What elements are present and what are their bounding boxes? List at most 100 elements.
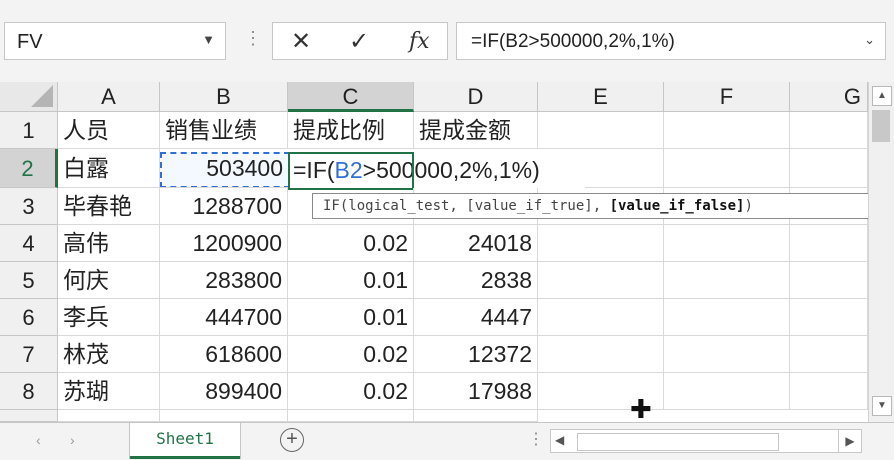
cell-f8[interactable] <box>664 373 790 410</box>
scroll-up-icon[interactable]: ▲ <box>872 86 892 106</box>
drag-handle-icon[interactable]: ⋮ <box>528 429 544 449</box>
cell-g5[interactable] <box>790 262 868 299</box>
chevron-right-icon[interactable]: › <box>70 432 75 448</box>
cell-a8[interactable]: 苏瑚 <box>58 373 160 410</box>
cell-d6[interactable]: 4447 <box>414 299 538 336</box>
cell-g1[interactable] <box>790 112 868 149</box>
cell-g8[interactable] <box>790 373 868 410</box>
cell-f6[interactable] <box>664 299 790 336</box>
cancel-icon[interactable]: ✕ <box>291 27 311 56</box>
cell-d8[interactable]: 17988 <box>414 373 538 410</box>
cell-e1[interactable] <box>538 112 664 149</box>
cell-b9[interactable] <box>160 410 288 422</box>
row-header-7[interactable]: 7 <box>0 336 58 373</box>
scroll-thumb[interactable] <box>577 433 779 451</box>
drag-handle-icon[interactable]: ⋮ <box>244 28 262 49</box>
cell-d5[interactable]: 2838 <box>414 262 538 299</box>
scroll-down-icon[interactable]: ▼ <box>872 396 892 416</box>
cell-a1[interactable]: 人员 <box>58 112 160 149</box>
cell-f5[interactable] <box>664 262 790 299</box>
cell-g6[interactable] <box>790 299 868 336</box>
select-all-button[interactable] <box>0 82 58 112</box>
row-header-5[interactable]: 5 <box>0 262 58 299</box>
chevron-left-icon[interactable]: ‹ <box>36 432 41 448</box>
cell-b8[interactable]: 899400 <box>160 373 288 410</box>
cell-a7[interactable]: 林茂 <box>58 336 160 373</box>
cell-a9[interactable] <box>58 410 160 422</box>
cell-g7[interactable] <box>790 336 868 373</box>
tooltip-close: ) <box>744 198 753 214</box>
row-header-8[interactable]: 8 <box>0 373 58 410</box>
enter-icon[interactable]: ✓ <box>349 27 369 56</box>
cell-c5[interactable]: 0.01 <box>288 262 414 299</box>
cell-b7[interactable]: 618600 <box>160 336 288 373</box>
row-header-1[interactable]: 1 <box>0 112 58 149</box>
cell-a3[interactable]: 毕春艳 <box>58 188 160 225</box>
cell-c2-editor[interactable]: =IF(B2>500000,2%,1%) <box>289 152 585 188</box>
scroll-right-icon[interactable]: ▶ <box>838 429 862 453</box>
chevron-down-icon[interactable]: ▼ <box>202 32 215 47</box>
name-box[interactable]: FV ▼ <box>4 22 226 60</box>
cell-a4[interactable]: 高伟 <box>58 225 160 262</box>
column-header-g[interactable]: G <box>790 82 868 112</box>
cell-a2[interactable]: 白露 <box>58 149 160 188</box>
column-header-d[interactable]: D <box>414 82 538 112</box>
cell-c9[interactable] <box>288 410 414 422</box>
cell-a6[interactable]: 李兵 <box>58 299 160 336</box>
cell-f7[interactable] <box>664 336 790 373</box>
column-header-b[interactable]: B <box>160 82 288 112</box>
tooltip-args: IF(logical_test, [value_if_true], <box>323 198 610 214</box>
cell-c6[interactable]: 0.01 <box>288 299 414 336</box>
cell-g4[interactable] <box>790 225 868 262</box>
cell-c8[interactable]: 0.02 <box>288 373 414 410</box>
cell-e7[interactable] <box>538 336 664 373</box>
formula-buttons: ✕ ✓ fx <box>272 22 448 60</box>
cell-b3[interactable]: 1288700 <box>160 188 288 225</box>
sheet-tab[interactable]: Sheet1 <box>130 423 240 459</box>
row-header-3[interactable]: 3 <box>0 188 58 225</box>
cell-c4[interactable]: 0.02 <box>288 225 414 262</box>
cell-g2[interactable] <box>790 149 868 188</box>
cell-e6[interactable] <box>538 299 664 336</box>
scroll-thumb[interactable] <box>872 110 890 142</box>
cell-f2[interactable] <box>664 149 790 188</box>
column-header-a[interactable]: A <box>58 82 160 112</box>
row-header-2[interactable]: 2 <box>0 149 58 188</box>
cell-c1[interactable]: 提成比例 <box>288 112 414 149</box>
edit-ref: B2 <box>334 157 363 183</box>
cell-f1[interactable] <box>664 112 790 149</box>
chevron-down-icon[interactable]: ⌄ <box>864 32 875 48</box>
cell-b2[interactable]: 503400 <box>160 149 288 188</box>
horizontal-scrollbar[interactable]: ◀ <box>550 429 860 453</box>
column-header-e[interactable]: E <box>538 82 664 112</box>
add-sheet-icon[interactable]: + <box>280 428 304 452</box>
name-box-value: FV <box>17 31 43 53</box>
row-header-6[interactable]: 6 <box>0 299 58 336</box>
row-header-4[interactable]: 4 <box>0 225 58 262</box>
cell-f4[interactable] <box>664 225 790 262</box>
cell-b1[interactable]: 销售业绩 <box>160 112 288 149</box>
cell-b5[interactable]: 283800 <box>160 262 288 299</box>
formula-text: =IF(B2>500000,2%,1%) <box>471 31 675 52</box>
cell-b4[interactable]: 1200900 <box>160 225 288 262</box>
cell-d4[interactable]: 24018 <box>414 225 538 262</box>
cell-e4[interactable] <box>538 225 664 262</box>
edit-prefix: =IF( <box>293 157 335 183</box>
cell-e5[interactable] <box>538 262 664 299</box>
cursor-icon: ✚ <box>630 394 652 422</box>
cell-d7[interactable]: 12372 <box>414 336 538 373</box>
cell-d9[interactable] <box>414 410 538 422</box>
cell-a5[interactable]: 何庆 <box>58 262 160 299</box>
tooltip-current-arg: [value_if_false] <box>609 198 745 214</box>
scroll-left-icon[interactable]: ◀ <box>555 433 564 447</box>
cell-c7[interactable]: 0.02 <box>288 336 414 373</box>
vertical-scrollbar[interactable]: ▲ ▼ <box>868 82 894 422</box>
edit-suffix: >500000,2%,1%) <box>362 157 540 183</box>
cell-d1[interactable]: 提成金额 <box>414 112 538 149</box>
cell-b6[interactable]: 444700 <box>160 299 288 336</box>
column-header-c[interactable]: C <box>288 82 414 112</box>
row-header-9[interactable] <box>0 410 58 422</box>
column-header-f[interactable]: F <box>664 82 790 112</box>
formula-input[interactable]: =IF(B2>500000,2%,1%) ⌄ <box>456 22 886 60</box>
insert-function-icon[interactable]: fx <box>409 29 430 54</box>
